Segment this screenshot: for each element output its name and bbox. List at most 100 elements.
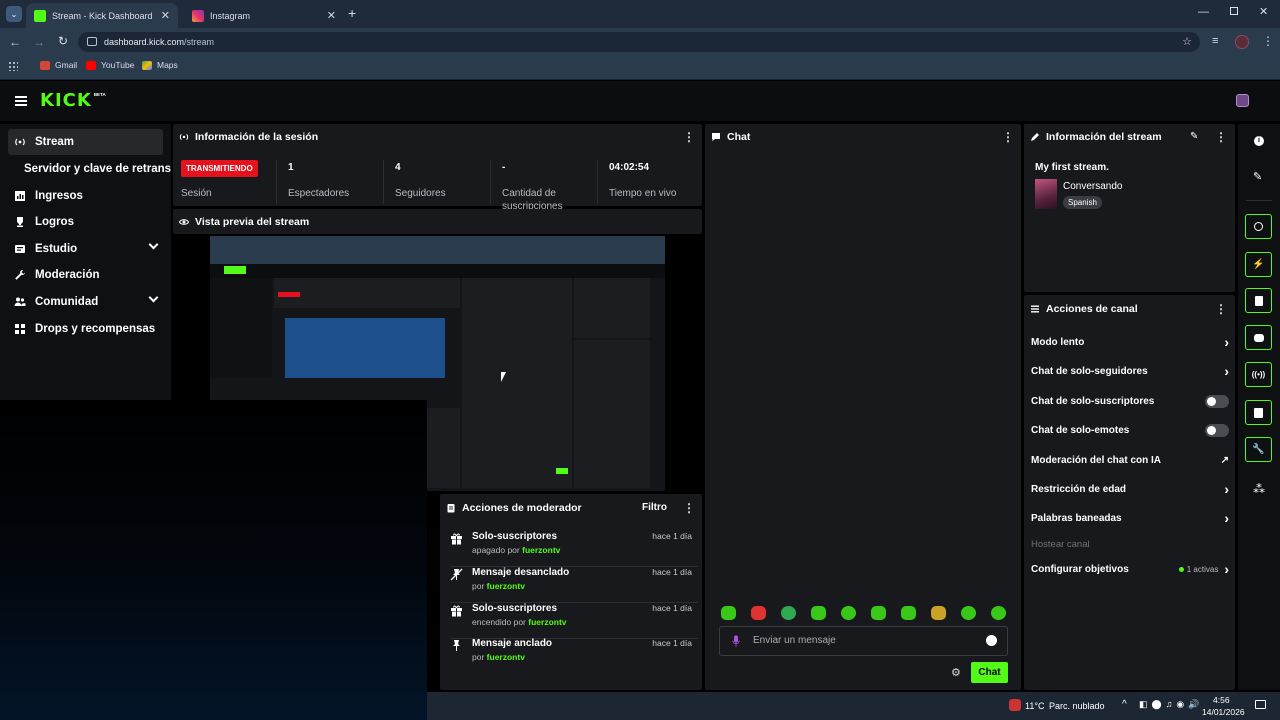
microphone-icon[interactable] <box>732 635 740 647</box>
chat-input[interactable]: Enviar un mensaje <box>719 626 1008 656</box>
emote-icon[interactable] <box>871 606 886 620</box>
stream-preview-header: Vista previa del stream <box>179 216 309 228</box>
mod-entry-user[interactable]: fuerzontv <box>528 617 566 627</box>
emote-icon[interactable] <box>991 606 1006 620</box>
tray-icons[interactable]: ◧⬤♫◉🔊 <box>1139 699 1203 710</box>
channel-actions-menu-icon[interactable]: ⋮ <box>1215 302 1227 316</box>
apps-grid-icon[interactable] <box>8 61 18 71</box>
people-icon <box>14 297 26 306</box>
rail-notes-button[interactable] <box>1245 288 1272 313</box>
emote-icon[interactable] <box>901 606 916 620</box>
bookmark-maps[interactable]: Maps <box>142 60 178 70</box>
reload-icon[interactable]: ↻ <box>58 34 68 48</box>
profile-avatar[interactable] <box>1235 35 1249 49</box>
rail-broadcast-button[interactable]: ((•)) <box>1245 362 1272 387</box>
mod-entry-user[interactable]: fuerzontv <box>522 545 560 555</box>
rail-community-icon[interactable]: ⁂ <box>1253 482 1265 496</box>
rail-preview-button[interactable] <box>1245 214 1272 239</box>
session-status: TRANSMITIENDO Sesión <box>181 160 277 204</box>
emoji-icon[interactable] <box>986 635 997 646</box>
action-label: Restricción de edad <box>1031 483 1127 495</box>
action-ai-moderation[interactable]: Moderación del chat con IA ↗ <box>1031 450 1229 470</box>
sidebar-item-drops[interactable]: Drops y recompensas <box>8 316 163 342</box>
back-icon[interactable]: ← <box>9 35 21 49</box>
filter-button[interactable]: Filtro <box>642 502 667 513</box>
restore-icon[interactable] <box>1230 7 1238 15</box>
action-slow-mode[interactable]: Modo lento › <box>1031 332 1229 352</box>
bookmark-gmail[interactable]: Gmail <box>40 60 77 70</box>
hamburger-menu-icon[interactable] <box>15 96 27 106</box>
forward-icon[interactable]: → <box>33 35 45 49</box>
pencil-icon <box>1031 133 1039 141</box>
mod-actions-menu-icon[interactable]: ⋮ <box>683 501 695 515</box>
channel-actions-header: Acciones de canal <box>1030 303 1138 315</box>
subscribers-only-toggle[interactable] <box>1205 394 1229 408</box>
chevron-down-icon <box>148 292 159 303</box>
action-subscribers-only: Chat de solo-suscriptores <box>1031 391 1229 411</box>
rail-chat-button[interactable] <box>1245 325 1272 350</box>
reading-list-icon[interactable]: ≡ <box>1212 35 1218 47</box>
action-configure-goals[interactable]: Configurar objetivos 1 activas › <box>1031 559 1229 579</box>
site-info-icon[interactable] <box>87 37 97 46</box>
emote-icon[interactable] <box>961 606 976 620</box>
stream-info-menu-icon[interactable]: ⋮ <box>1215 130 1227 144</box>
close-tab-icon[interactable]: ✕ <box>161 9 170 22</box>
close-window-icon[interactable]: ✕ <box>1259 5 1268 18</box>
chat-settings-icon[interactable]: ⚙ <box>951 666 961 679</box>
bookmark-youtube[interactable]: YouTube <box>86 60 134 70</box>
browser-menu-icon[interactable]: ⋮ <box>1262 34 1274 48</box>
sidebar-item-logros[interactable]: Logros <box>8 209 163 235</box>
edit-icon[interactable]: ✎ <box>1253 170 1262 183</box>
tray-chevron-up-icon[interactable]: ^ <box>1122 699 1127 710</box>
tab-kick-dashboard[interactable]: Stream - Kick Dashboard ✕ <box>26 3 178 28</box>
category-name[interactable]: Conversando <box>1063 181 1122 192</box>
address-bar[interactable]: dashboard.kick.com/stream ☆ <box>78 32 1200 52</box>
action-age-restriction[interactable]: Restricción de edad › <box>1031 479 1229 499</box>
weather-icon[interactable] <box>1009 699 1021 711</box>
panel-title: Información del stream <box>1046 131 1162 143</box>
action-banned-words[interactable]: Palabras baneadas › <box>1031 508 1229 528</box>
action-label: Chat de solo-suscriptores <box>1031 395 1155 407</box>
sidebar-item-server-key[interactable]: Servidor y clave de retransm <box>18 156 171 182</box>
bookmark-star-icon[interactable]: ☆ <box>1182 35 1192 48</box>
user-avatar[interactable] <box>1236 94 1249 107</box>
emotes-only-toggle[interactable] <box>1205 423 1229 437</box>
action-followers-only[interactable]: Chat de solo-seguidores › <box>1031 361 1229 381</box>
notifications-icon[interactable] <box>1255 700 1266 709</box>
close-tab-icon[interactable]: ✕ <box>327 9 336 22</box>
mod-entry-user[interactable]: fuerzontv <box>487 581 525 591</box>
action-label: Chat de solo-emotes <box>1031 424 1130 436</box>
mod-entry-user[interactable]: fuerzontv <box>487 652 525 662</box>
chart-icon <box>15 191 25 201</box>
rail-moderation-button[interactable]: 🔧 <box>1245 437 1272 462</box>
chat-menu-icon[interactable]: ⋮ <box>1002 130 1014 144</box>
sidebar-item-ingresos[interactable]: Ingresos <box>8 183 163 209</box>
kick-logo[interactable]: KICK BETA <box>40 90 106 111</box>
stat-value: 04:02:54 <box>609 162 650 173</box>
chevron-right-icon: › <box>1224 334 1229 350</box>
emote-icon[interactable] <box>841 606 856 620</box>
emote-icon[interactable] <box>751 606 766 620</box>
stat-value: - <box>502 162 506 173</box>
emote-icon[interactable] <box>811 606 826 620</box>
emote-icon[interactable] <box>931 606 946 620</box>
sidebar-item-stream[interactable]: Stream <box>8 129 163 155</box>
tab-instagram[interactable]: Instagram ✕ <box>184 3 344 28</box>
session-menu-icon[interactable]: ⋮ <box>683 130 695 144</box>
emote-icon[interactable] <box>721 606 736 620</box>
info-icon[interactable]: i <box>1254 136 1264 146</box>
emote-icon[interactable] <box>781 606 796 620</box>
sidebar-item-estudio[interactable]: Estudio <box>8 236 163 262</box>
action-host-channel: Hostear canal <box>1031 534 1229 554</box>
edit-stream-info-icon[interactable]: ✎ <box>1190 131 1198 142</box>
tab-search-button[interactable]: ⌄ <box>6 6 22 22</box>
send-chat-button[interactable]: Chat <box>971 662 1008 683</box>
rail-quick-actions-button[interactable]: ⚡ <box>1245 252 1272 277</box>
preview-session-panel <box>274 278 460 308</box>
sidebar-item-comunidad[interactable]: Comunidad <box>8 289 163 315</box>
rail-mod-log-button[interactable] <box>1245 400 1272 425</box>
minimize-icon[interactable]: — <box>1198 6 1209 18</box>
maps-icon <box>142 60 152 70</box>
sidebar-item-moderacion[interactable]: Moderación <box>8 262 163 288</box>
new-tab-button[interactable]: + <box>348 5 356 21</box>
